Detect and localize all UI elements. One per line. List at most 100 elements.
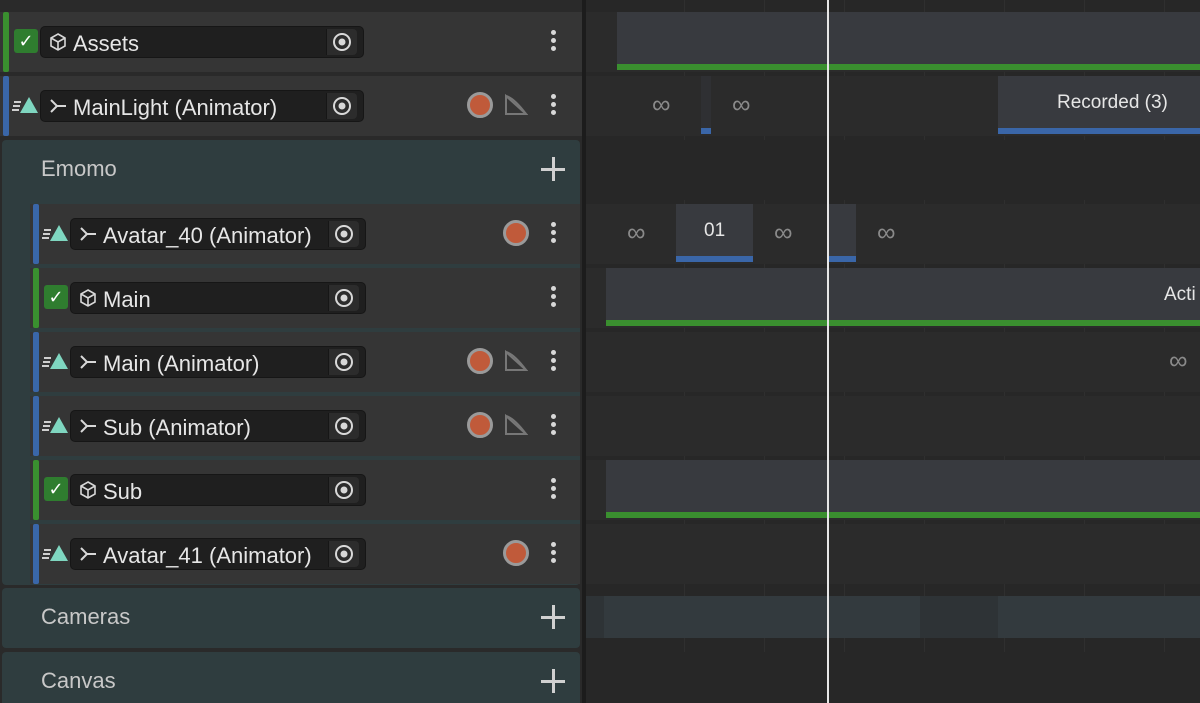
- record-icon[interactable]: [467, 92, 493, 118]
- clip-avatar40-01[interactable]: 01: [676, 204, 753, 262]
- track-color-bar: [33, 396, 39, 456]
- kebab-icon[interactable]: [548, 28, 558, 56]
- target-icon[interactable]: [328, 541, 359, 567]
- animator-track-icon: [50, 99, 66, 113]
- clip-assets-activation[interactable]: [617, 12, 1200, 70]
- kebab-icon[interactable]: [548, 92, 558, 120]
- track-color-bar: [3, 12, 9, 72]
- clip-label: 01: [704, 220, 726, 241]
- track-sub-animator[interactable]: Sub (Animator): [30, 396, 580, 456]
- clip-avatar40-short[interactable]: [829, 204, 856, 262]
- track-name-field[interactable]: MainLight (Animator): [40, 90, 364, 122]
- target-icon[interactable]: [328, 477, 359, 503]
- group-label: Cameras: [41, 604, 131, 629]
- kebab-icon[interactable]: [548, 412, 558, 440]
- track-main[interactable]: ✓ Main: [30, 268, 580, 328]
- target-icon[interactable]: [328, 413, 359, 439]
- plus-icon[interactable]: [540, 156, 566, 182]
- curve-icon[interactable]: [504, 414, 528, 436]
- playhead[interactable]: [827, 0, 829, 703]
- lane-sub-animator: [586, 396, 1200, 456]
- cube-icon: [50, 33, 66, 51]
- track-name-field[interactable]: Sub (Animator): [70, 410, 366, 442]
- clip-underline: [701, 128, 711, 134]
- plus-icon[interactable]: [540, 668, 566, 694]
- track-color-bar: [33, 204, 39, 264]
- track-avatar-40[interactable]: Avatar_40 (Animator): [30, 204, 580, 264]
- timeline-window: ✓ Assets MainLight (Animator) Emomo Avat…: [0, 0, 1200, 703]
- record-icon[interactable]: [467, 348, 493, 374]
- kebab-icon[interactable]: [548, 540, 558, 568]
- loop-icon: ∞: [877, 217, 896, 247]
- clip-sub-active[interactable]: [606, 460, 1200, 518]
- loop-icon: ∞: [627, 217, 646, 247]
- animator-track-icon: [80, 547, 96, 561]
- track-sub[interactable]: ✓ Sub: [30, 460, 580, 520]
- track-label: Sub (Animator): [103, 415, 251, 440]
- curve-icon[interactable]: [504, 94, 528, 116]
- animator-track-icon: [80, 355, 96, 369]
- lane-avatar-40: ∞ 01 ∞ ∞: [586, 204, 1200, 264]
- track-name-field[interactable]: Avatar_40 (Animator): [70, 218, 366, 250]
- track-name-field[interactable]: Avatar_41 (Animator): [70, 538, 366, 570]
- track-assets[interactable]: ✓ Assets: [0, 12, 582, 72]
- track-label: Main (Animator): [103, 351, 260, 376]
- target-icon[interactable]: [326, 93, 357, 119]
- kebab-icon[interactable]: [548, 476, 558, 504]
- check-icon[interactable]: ✓: [44, 477, 68, 501]
- animator-track-icon: [80, 227, 96, 241]
- clip-main-active[interactable]: Acti: [606, 268, 1200, 326]
- track-name-field[interactable]: Main (Animator): [70, 346, 366, 378]
- animator-icon: [42, 225, 68, 241]
- clip-label: Recorded (3): [1057, 92, 1168, 113]
- animator-icon: [42, 545, 68, 561]
- cube-icon: [80, 289, 96, 307]
- track-color-bar: [33, 460, 39, 520]
- track-main-animator[interactable]: Main (Animator): [30, 332, 580, 392]
- group-cameras[interactable]: Cameras: [2, 588, 580, 648]
- kebab-icon[interactable]: [548, 220, 558, 248]
- timeline-clip-area[interactable]: ∞ ∞ Recorded (3) ∞ 01 ∞ ∞ Acti ∞: [586, 0, 1200, 703]
- lane-group-canvas: [586, 652, 1200, 703]
- loop-icon: ∞: [652, 89, 671, 119]
- clip-underline: [606, 512, 1200, 518]
- track-name-field[interactable]: Sub: [70, 474, 366, 506]
- animator-icon: [42, 417, 68, 433]
- target-icon[interactable]: [328, 285, 359, 311]
- group-canvas[interactable]: Canvas: [2, 652, 580, 703]
- animator-icon: [12, 97, 38, 113]
- clip-mainlight-small[interactable]: [701, 76, 711, 134]
- check-icon[interactable]: ✓: [44, 285, 68, 309]
- track-color-bar: [3, 76, 9, 136]
- track-color-bar: [33, 268, 39, 328]
- track-color-bar: [33, 332, 39, 392]
- kebab-icon[interactable]: [548, 348, 558, 376]
- lane-sub: [586, 460, 1200, 520]
- record-icon[interactable]: [503, 220, 529, 246]
- track-avatar-41[interactable]: Avatar_41 (Animator): [30, 524, 580, 584]
- record-icon[interactable]: [467, 412, 493, 438]
- lane-main: Acti: [586, 268, 1200, 328]
- target-icon[interactable]: [328, 349, 359, 375]
- track-label: Assets: [73, 31, 140, 56]
- clip-underline: [617, 64, 1200, 70]
- lane-avatar-41: [586, 524, 1200, 584]
- track-name-field[interactable]: Main: [70, 282, 366, 314]
- clip-underline: [829, 256, 856, 262]
- group-emomo[interactable]: Emomo: [2, 140, 580, 200]
- plus-icon[interactable]: [540, 604, 566, 630]
- target-icon[interactable]: [328, 221, 359, 247]
- cube-icon: [80, 481, 96, 499]
- kebab-icon[interactable]: [548, 284, 558, 312]
- track-name-field[interactable]: Assets: [40, 26, 364, 58]
- clip-underline: [676, 256, 753, 262]
- track-mainlight[interactable]: MainLight (Animator): [0, 76, 582, 136]
- record-icon[interactable]: [503, 540, 529, 566]
- clip-recorded[interactable]: Recorded (3): [998, 76, 1200, 134]
- track-header-panel: ✓ Assets MainLight (Animator) Emomo Avat…: [0, 0, 582, 703]
- target-icon[interactable]: [326, 29, 357, 55]
- curve-icon[interactable]: [504, 350, 528, 372]
- check-icon[interactable]: ✓: [14, 29, 38, 53]
- loop-icon: ∞: [774, 217, 793, 247]
- lane-group-cameras: [586, 596, 1200, 638]
